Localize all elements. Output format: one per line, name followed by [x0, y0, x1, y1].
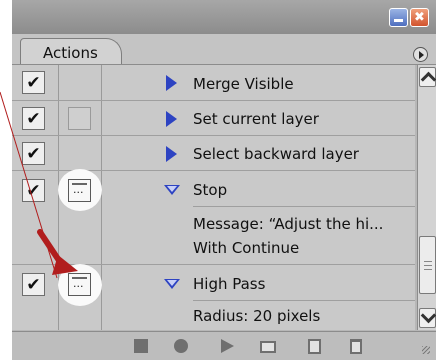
stop-icon[interactable] [134, 339, 148, 353]
action-label: Stop [193, 181, 228, 199]
toggle-checkbox[interactable]: ✔ [22, 273, 45, 296]
action-label: High Pass [193, 275, 266, 293]
resize-grip-icon[interactable] [422, 346, 430, 354]
close-button[interactable]: ✖ [410, 8, 429, 27]
checkmark-icon: ✔ [26, 72, 41, 93]
new-action-icon[interactable] [308, 339, 321, 354]
dialog-toggle[interactable] [68, 107, 91, 130]
toggle-checkbox[interactable]: ✔ [22, 142, 45, 165]
collapse-triangle-icon[interactable] [164, 279, 180, 289]
play-icon[interactable] [221, 339, 234, 353]
minimize-icon [394, 19, 403, 22]
actions-panel: ✖ Actions ✔ Merge Visible ✔ Set current … [12, 0, 436, 360]
tab-actions[interactable]: Actions [20, 38, 122, 64]
action-detail: With Continue [193, 239, 300, 257]
expand-triangle-icon[interactable] [166, 146, 177, 162]
toggle-checkbox[interactable]: ✔ [22, 179, 45, 202]
bottom-toolbar [12, 331, 436, 360]
action-label: Select backward layer [193, 145, 359, 163]
toggle-checkbox[interactable]: ✔ [22, 107, 45, 130]
dialog-toggle-icon[interactable] [68, 273, 91, 296]
trash-icon[interactable] [350, 339, 362, 354]
action-row-stop[interactable]: ✔ Stop Message: “Adjust the hi... With C… [12, 169, 415, 265]
panel-menu-button[interactable] [413, 47, 428, 62]
divider [193, 300, 415, 301]
action-row-select-backward-layer[interactable]: ✔ Select backward layer [12, 136, 415, 171]
panel-menu-icon [418, 50, 424, 59]
divider [193, 206, 415, 207]
dialog-toggle-icon[interactable] [68, 179, 91, 202]
scroll-down-button[interactable] [419, 308, 436, 328]
tab-strip: Actions [12, 34, 436, 65]
checkmark-icon: ✔ [26, 274, 41, 295]
expand-triangle-icon[interactable] [166, 111, 177, 127]
action-detail: Message: “Adjust the hi... [193, 215, 384, 233]
close-icon: ✖ [414, 10, 425, 25]
vertical-scrollbar[interactable] [417, 65, 436, 330]
folder-icon[interactable] [260, 341, 276, 353]
scroll-thumb[interactable] [419, 236, 436, 294]
record-icon[interactable] [174, 339, 188, 353]
checkmark-icon: ✔ [26, 108, 41, 129]
action-label: Set current layer [193, 110, 319, 128]
title-bar: ✖ [12, 0, 436, 34]
checkmark-icon: ✔ [26, 143, 41, 164]
collapse-triangle-icon[interactable] [164, 185, 180, 195]
actions-list: ✔ Merge Visible ✔ Set current layer ✔ Se… [12, 65, 415, 330]
action-row-high-pass[interactable]: ✔ High Pass Radius: 20 pixels [12, 264, 415, 330]
action-label: Merge Visible [193, 75, 294, 93]
checkmark-icon: ✔ [26, 180, 41, 201]
action-row-set-current-layer[interactable]: ✔ Set current layer [12, 101, 415, 136]
scroll-up-button[interactable] [419, 67, 436, 87]
action-detail: Radius: 20 pixels [193, 307, 321, 325]
action-row-merge-visible[interactable]: ✔ Merge Visible [12, 65, 415, 101]
expand-triangle-icon[interactable] [166, 75, 177, 91]
toggle-checkbox[interactable]: ✔ [22, 71, 45, 94]
minimize-button[interactable] [389, 8, 408, 27]
